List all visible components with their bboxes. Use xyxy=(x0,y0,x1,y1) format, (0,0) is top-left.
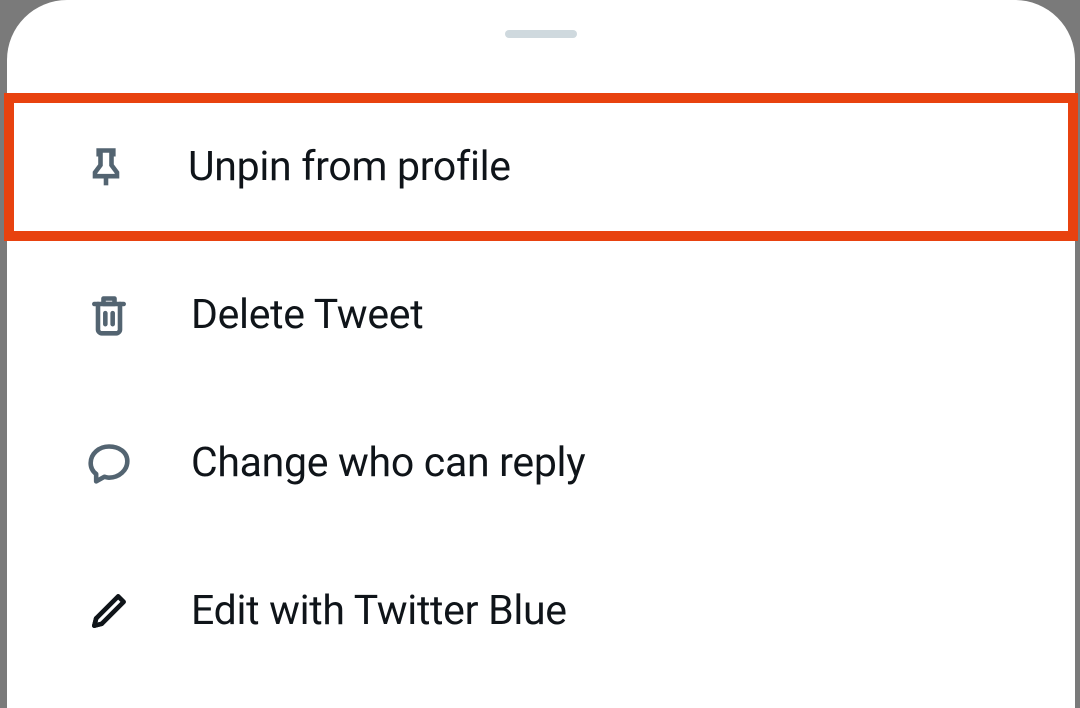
menu-list: Unpin from profile Delete Tweet xyxy=(7,93,1075,685)
menu-item-edit[interactable]: Edit with Twitter Blue xyxy=(7,537,1075,685)
drag-handle[interactable] xyxy=(505,30,577,38)
pencil-icon xyxy=(87,589,131,633)
speech-bubble-icon xyxy=(87,441,131,485)
menu-item-label: Edit with Twitter Blue xyxy=(191,587,567,635)
menu-item-label: Unpin from profile xyxy=(188,143,511,191)
action-sheet: Unpin from profile Delete Tweet xyxy=(7,0,1075,708)
trash-icon xyxy=(87,293,131,337)
pin-icon xyxy=(84,145,128,189)
menu-item-label: Change who can reply xyxy=(191,439,585,487)
menu-item-label: Delete Tweet xyxy=(191,291,423,339)
menu-item-delete[interactable]: Delete Tweet xyxy=(7,241,1075,389)
menu-item-change-reply[interactable]: Change who can reply xyxy=(7,389,1075,537)
menu-item-unpin[interactable]: Unpin from profile xyxy=(4,93,1078,241)
